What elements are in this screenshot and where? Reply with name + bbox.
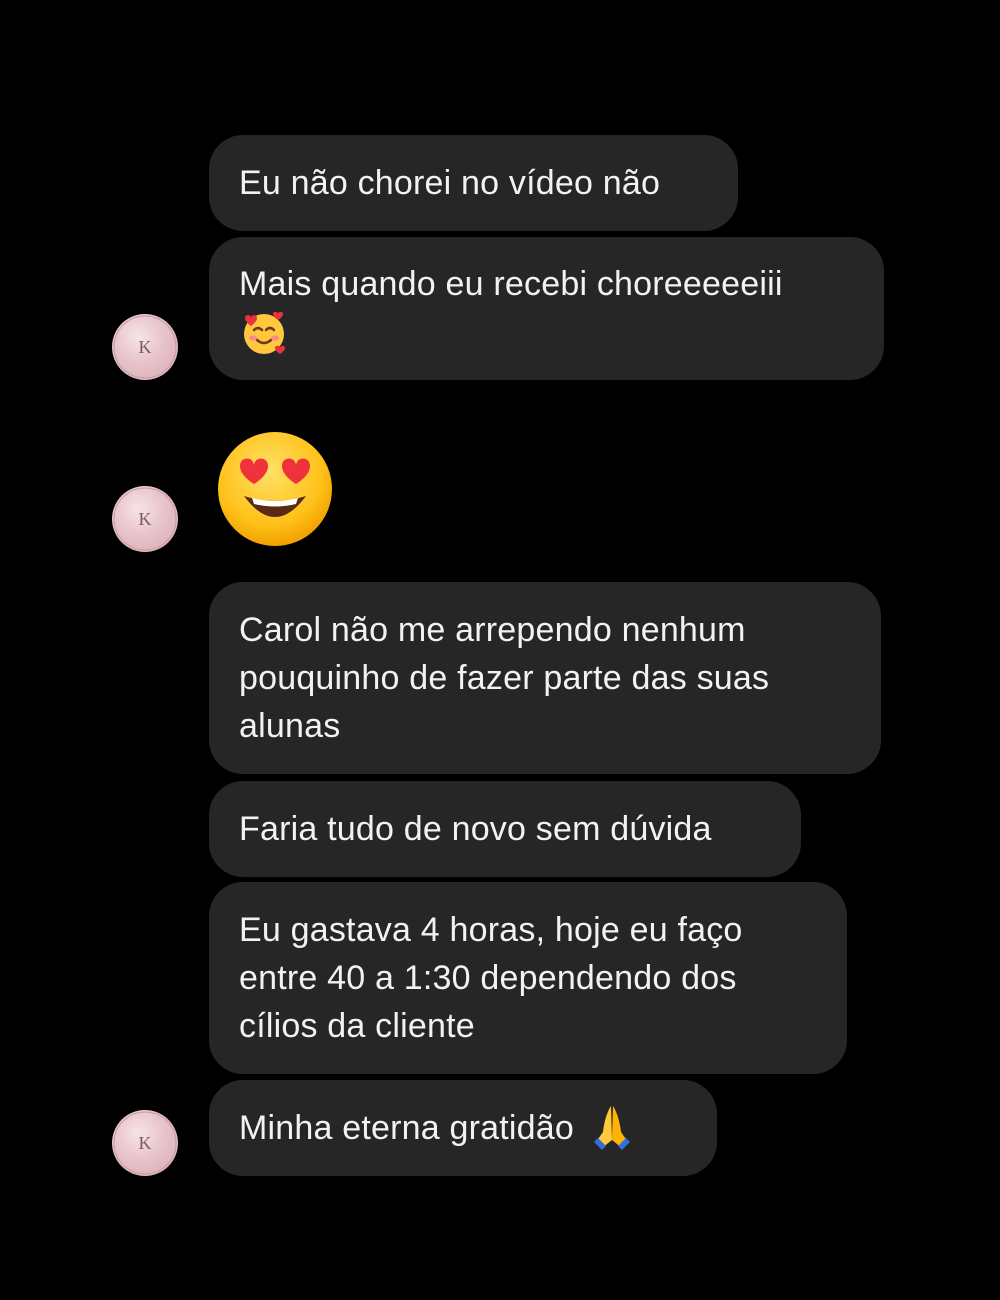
message-text-line: cílios da cliente	[239, 1007, 475, 1045]
message-text-line: entre 40 a 1:30 dependendo dos	[239, 959, 737, 997]
message-bubble[interactable]: Eu não chorei no vídeo não	[209, 135, 738, 231]
avatar-logo: K	[139, 509, 152, 529]
message-text: Minha eterna gratidão	[239, 1109, 574, 1147]
smiling-face-with-hearts-icon	[239, 308, 289, 358]
avatar-logo: K	[139, 337, 152, 357]
message-text-line: Eu gastava 4 horas, hoje eu faço	[239, 911, 743, 949]
avatar[interactable]: K	[112, 314, 178, 380]
avatar-logo: K	[139, 1133, 152, 1153]
message-bubble[interactable]: Mais quando eu recebi choreeeeeiii	[209, 237, 884, 380]
avatar[interactable]: K	[112, 1110, 178, 1176]
message-text-line: alunas	[239, 707, 341, 745]
message-text: Faria tudo de novo sem dúvida	[239, 810, 712, 848]
message-bubble[interactable]: Carol não me arrependo nenhum pouquinho …	[209, 582, 881, 774]
message-text-line: Carol não me arrependo nenhum	[239, 611, 746, 649]
message-text: Eu não chorei no vídeo não	[239, 164, 661, 202]
folded-hands-icon	[586, 1102, 638, 1154]
message-text-line: pouquinho de fazer parte das suas	[239, 659, 770, 697]
heart-eyes-icon[interactable]	[216, 430, 334, 548]
message-bubble[interactable]: Eu gastava 4 horas, hoje eu faço entre 4…	[209, 882, 847, 1074]
message-bubble[interactable]: Minha eterna gratidão	[209, 1080, 717, 1176]
avatar[interactable]: K	[112, 486, 178, 552]
message-bubble[interactable]: Faria tudo de novo sem dúvida	[209, 781, 801, 877]
message-text: Mais quando eu recebi choreeeeeiii	[239, 265, 783, 303]
